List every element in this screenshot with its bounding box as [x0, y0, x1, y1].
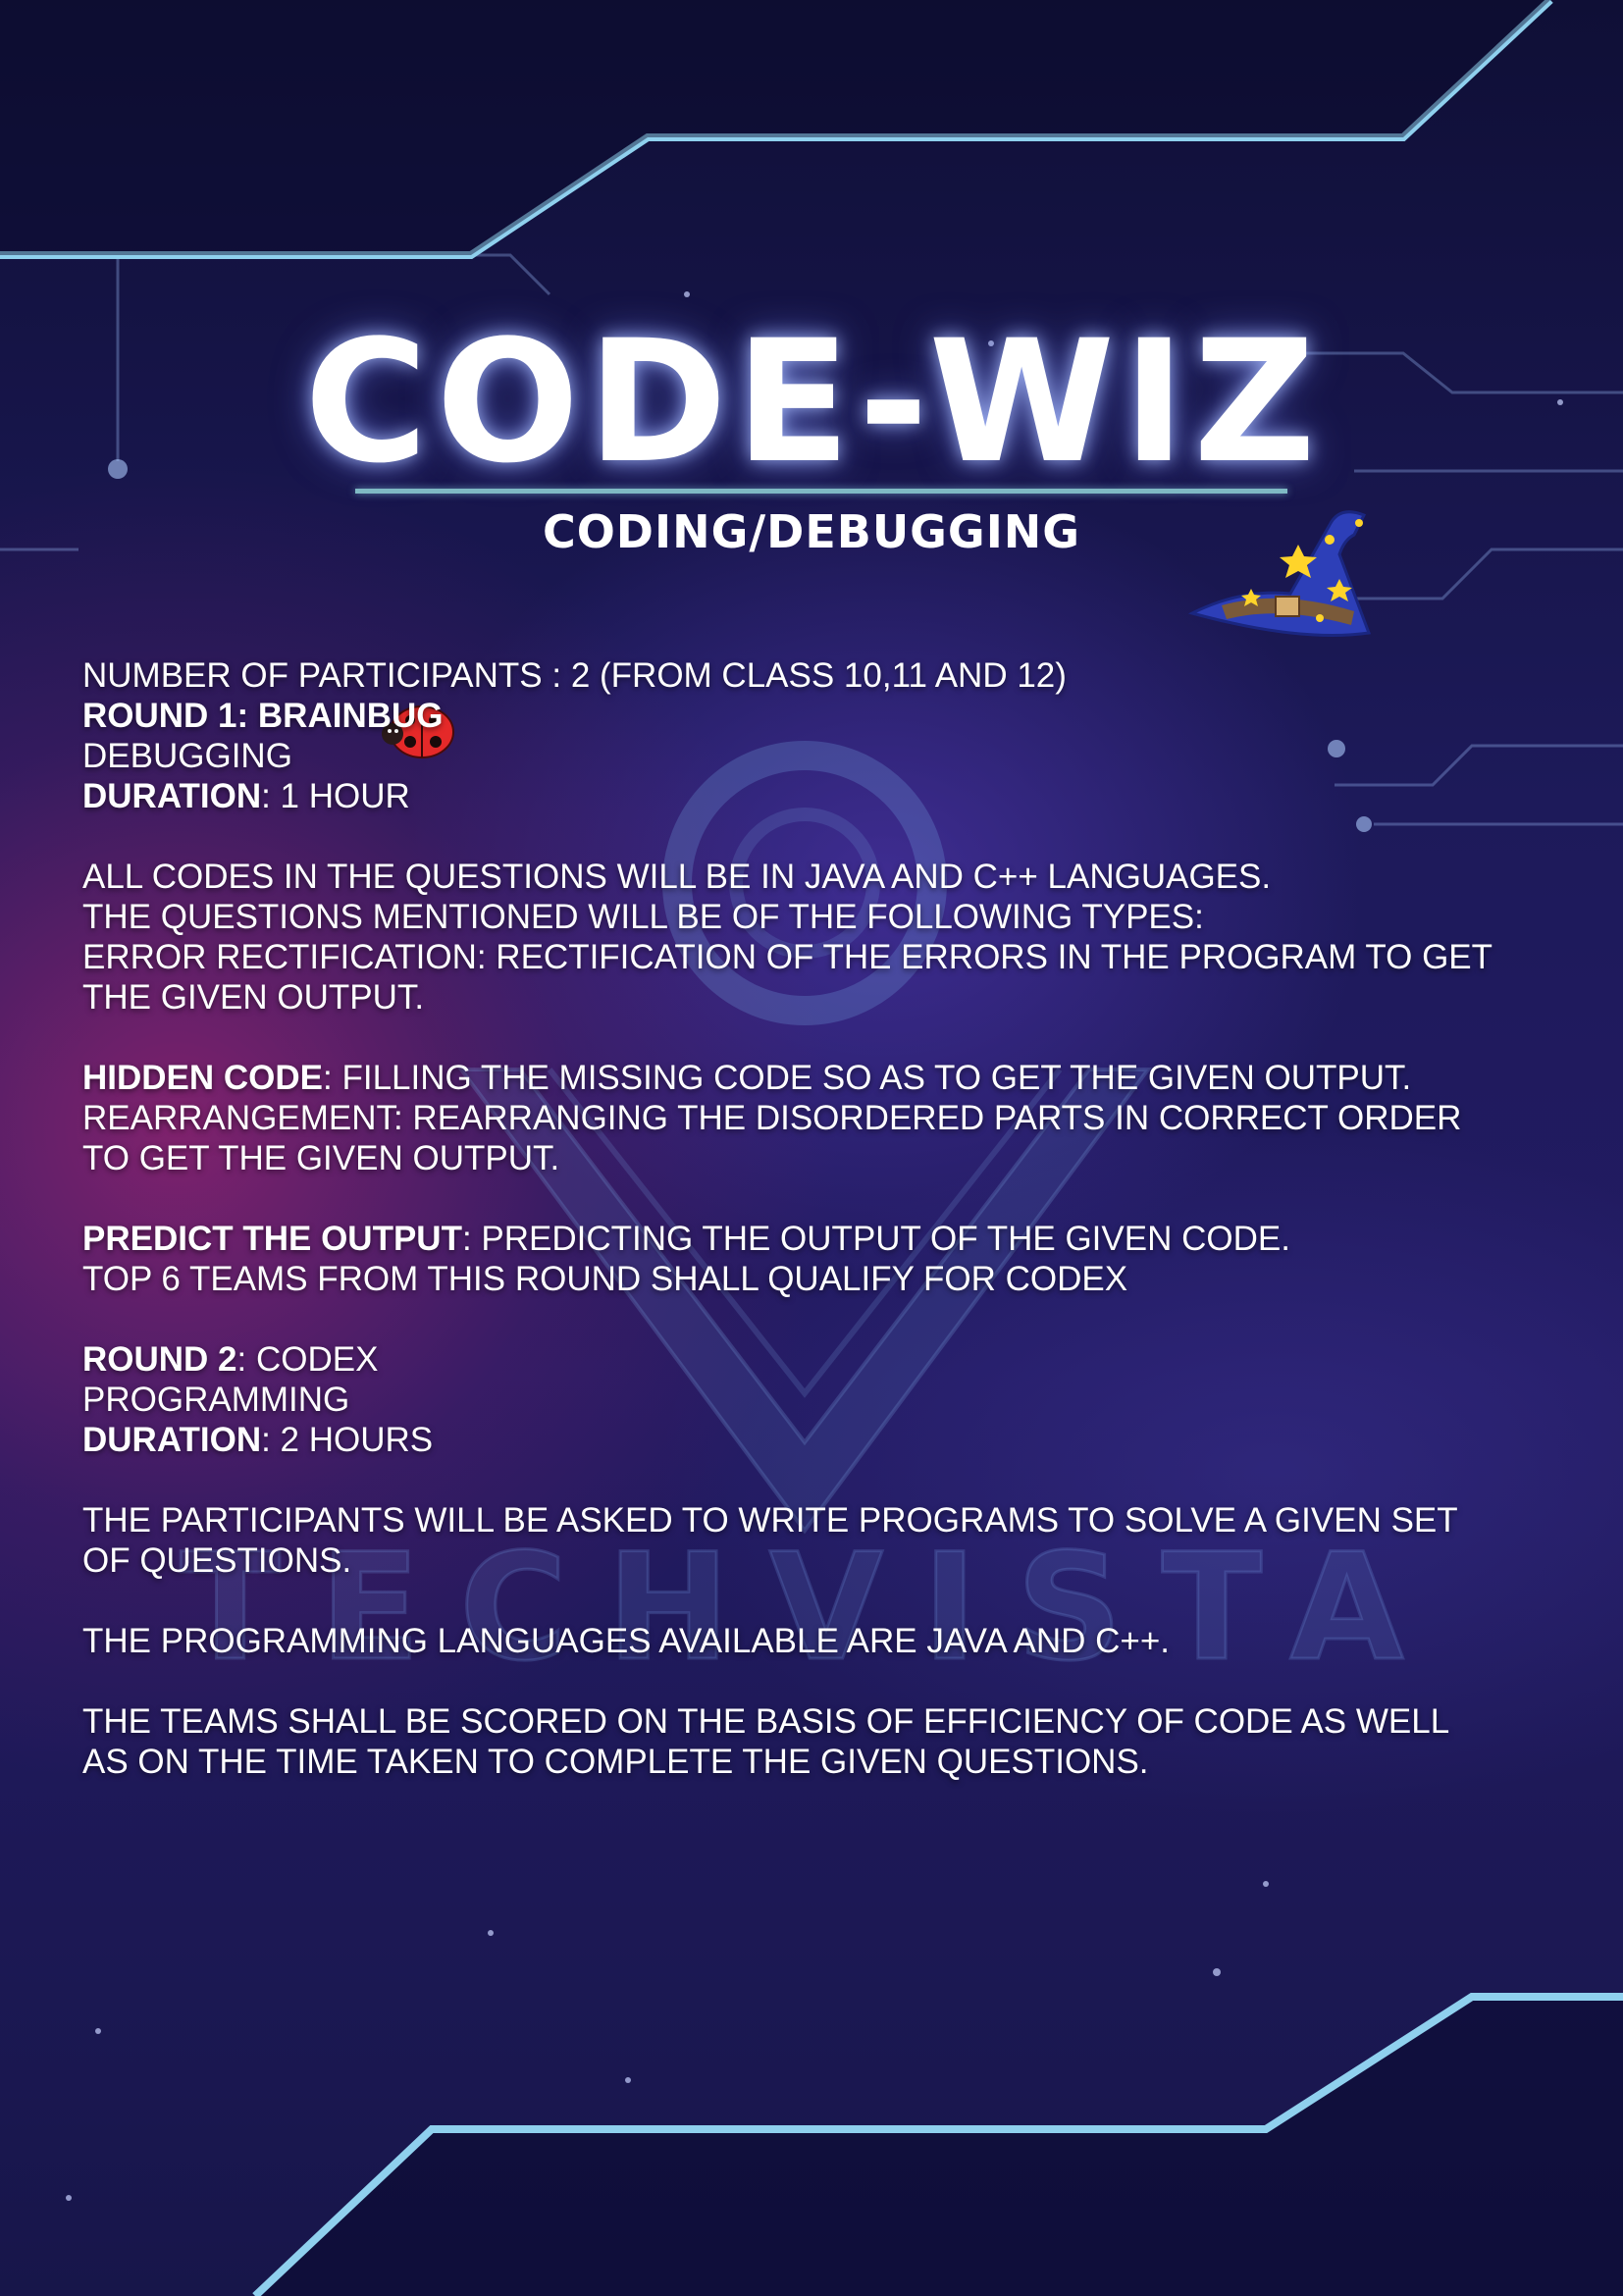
round1-type: DEBUGGING — [82, 737, 292, 775]
scoring-line: AS ON THE TIME TAKEN TO COMPLETE THE GIV… — [82, 1743, 1149, 1781]
round2-duration: DURATION: 2 HOURS — [82, 1421, 434, 1459]
participants-line: NUMBER OF PARTICIPANTS : 2 (FROM CLASS 1… — [82, 656, 1067, 695]
rearrangement-line: REARRANGEMENT: REARRANGING THE DISORDERE… — [82, 1099, 1462, 1137]
top-frame-panel — [0, 0, 1623, 255]
languages-line: THE PROGRAMMING LANGUAGES AVAILABLE ARE … — [82, 1622, 1171, 1660]
round2-type: PROGRAMMING — [82, 1381, 350, 1419]
title-block: CODE-WIZ CODING/DEBUGGING — [0, 294, 1623, 637]
round1-para-line: ERROR RECTIFICATION: RECTIFICATION OF TH… — [82, 938, 1493, 976]
round1-para-line: ALL CODES IN THE QUESTIONS WILL BE IN JA… — [82, 858, 1272, 896]
predict-output-line: PREDICT THE OUTPUT: PREDICTING THE OUTPU… — [82, 1220, 1290, 1258]
round2-para-line: THE PARTICIPANTS WILL BE ASKED TO WRITE … — [82, 1501, 1458, 1539]
round1-para-line: THE GIVEN OUTPUT. — [82, 978, 425, 1017]
wizard-hat-icon — [1187, 510, 1372, 637]
round1-duration: DURATION: 1 HOUR — [82, 777, 410, 815]
round2-heading: ROUND 2: CODEX — [82, 1340, 379, 1379]
event-title: CODE-WIZ — [304, 303, 1324, 500]
hidden-code-line: HIDDEN CODE: FILLING THE MISSING CODE SO… — [82, 1059, 1412, 1097]
title-underline — [355, 489, 1287, 494]
event-details: NUMBER OF PARTICIPANTS : 2 (FROM CLASS 1… — [82, 655, 1574, 1782]
poster: TECHVISTA CODE-WIZ CODING/DEBUGGING NUMB… — [0, 0, 1623, 2296]
scoring-line: THE TEAMS SHALL BE SCORED ON THE BASIS O… — [82, 1702, 1450, 1741]
bottom-frame-panel — [255, 1997, 1623, 2296]
qualify-line: TOP 6 TEAMS FROM THIS ROUND SHALL QUALIF… — [82, 1260, 1128, 1298]
rearrangement-line: TO GET THE GIVEN OUTPUT. — [82, 1139, 560, 1177]
round2-para-line: OF QUESTIONS. — [82, 1541, 352, 1580]
round1-heading: ROUND 1: BRAINBUG — [82, 697, 444, 735]
round1-para-line: THE QUESTIONS MENTIONED WILL BE OF THE F… — [82, 898, 1204, 936]
